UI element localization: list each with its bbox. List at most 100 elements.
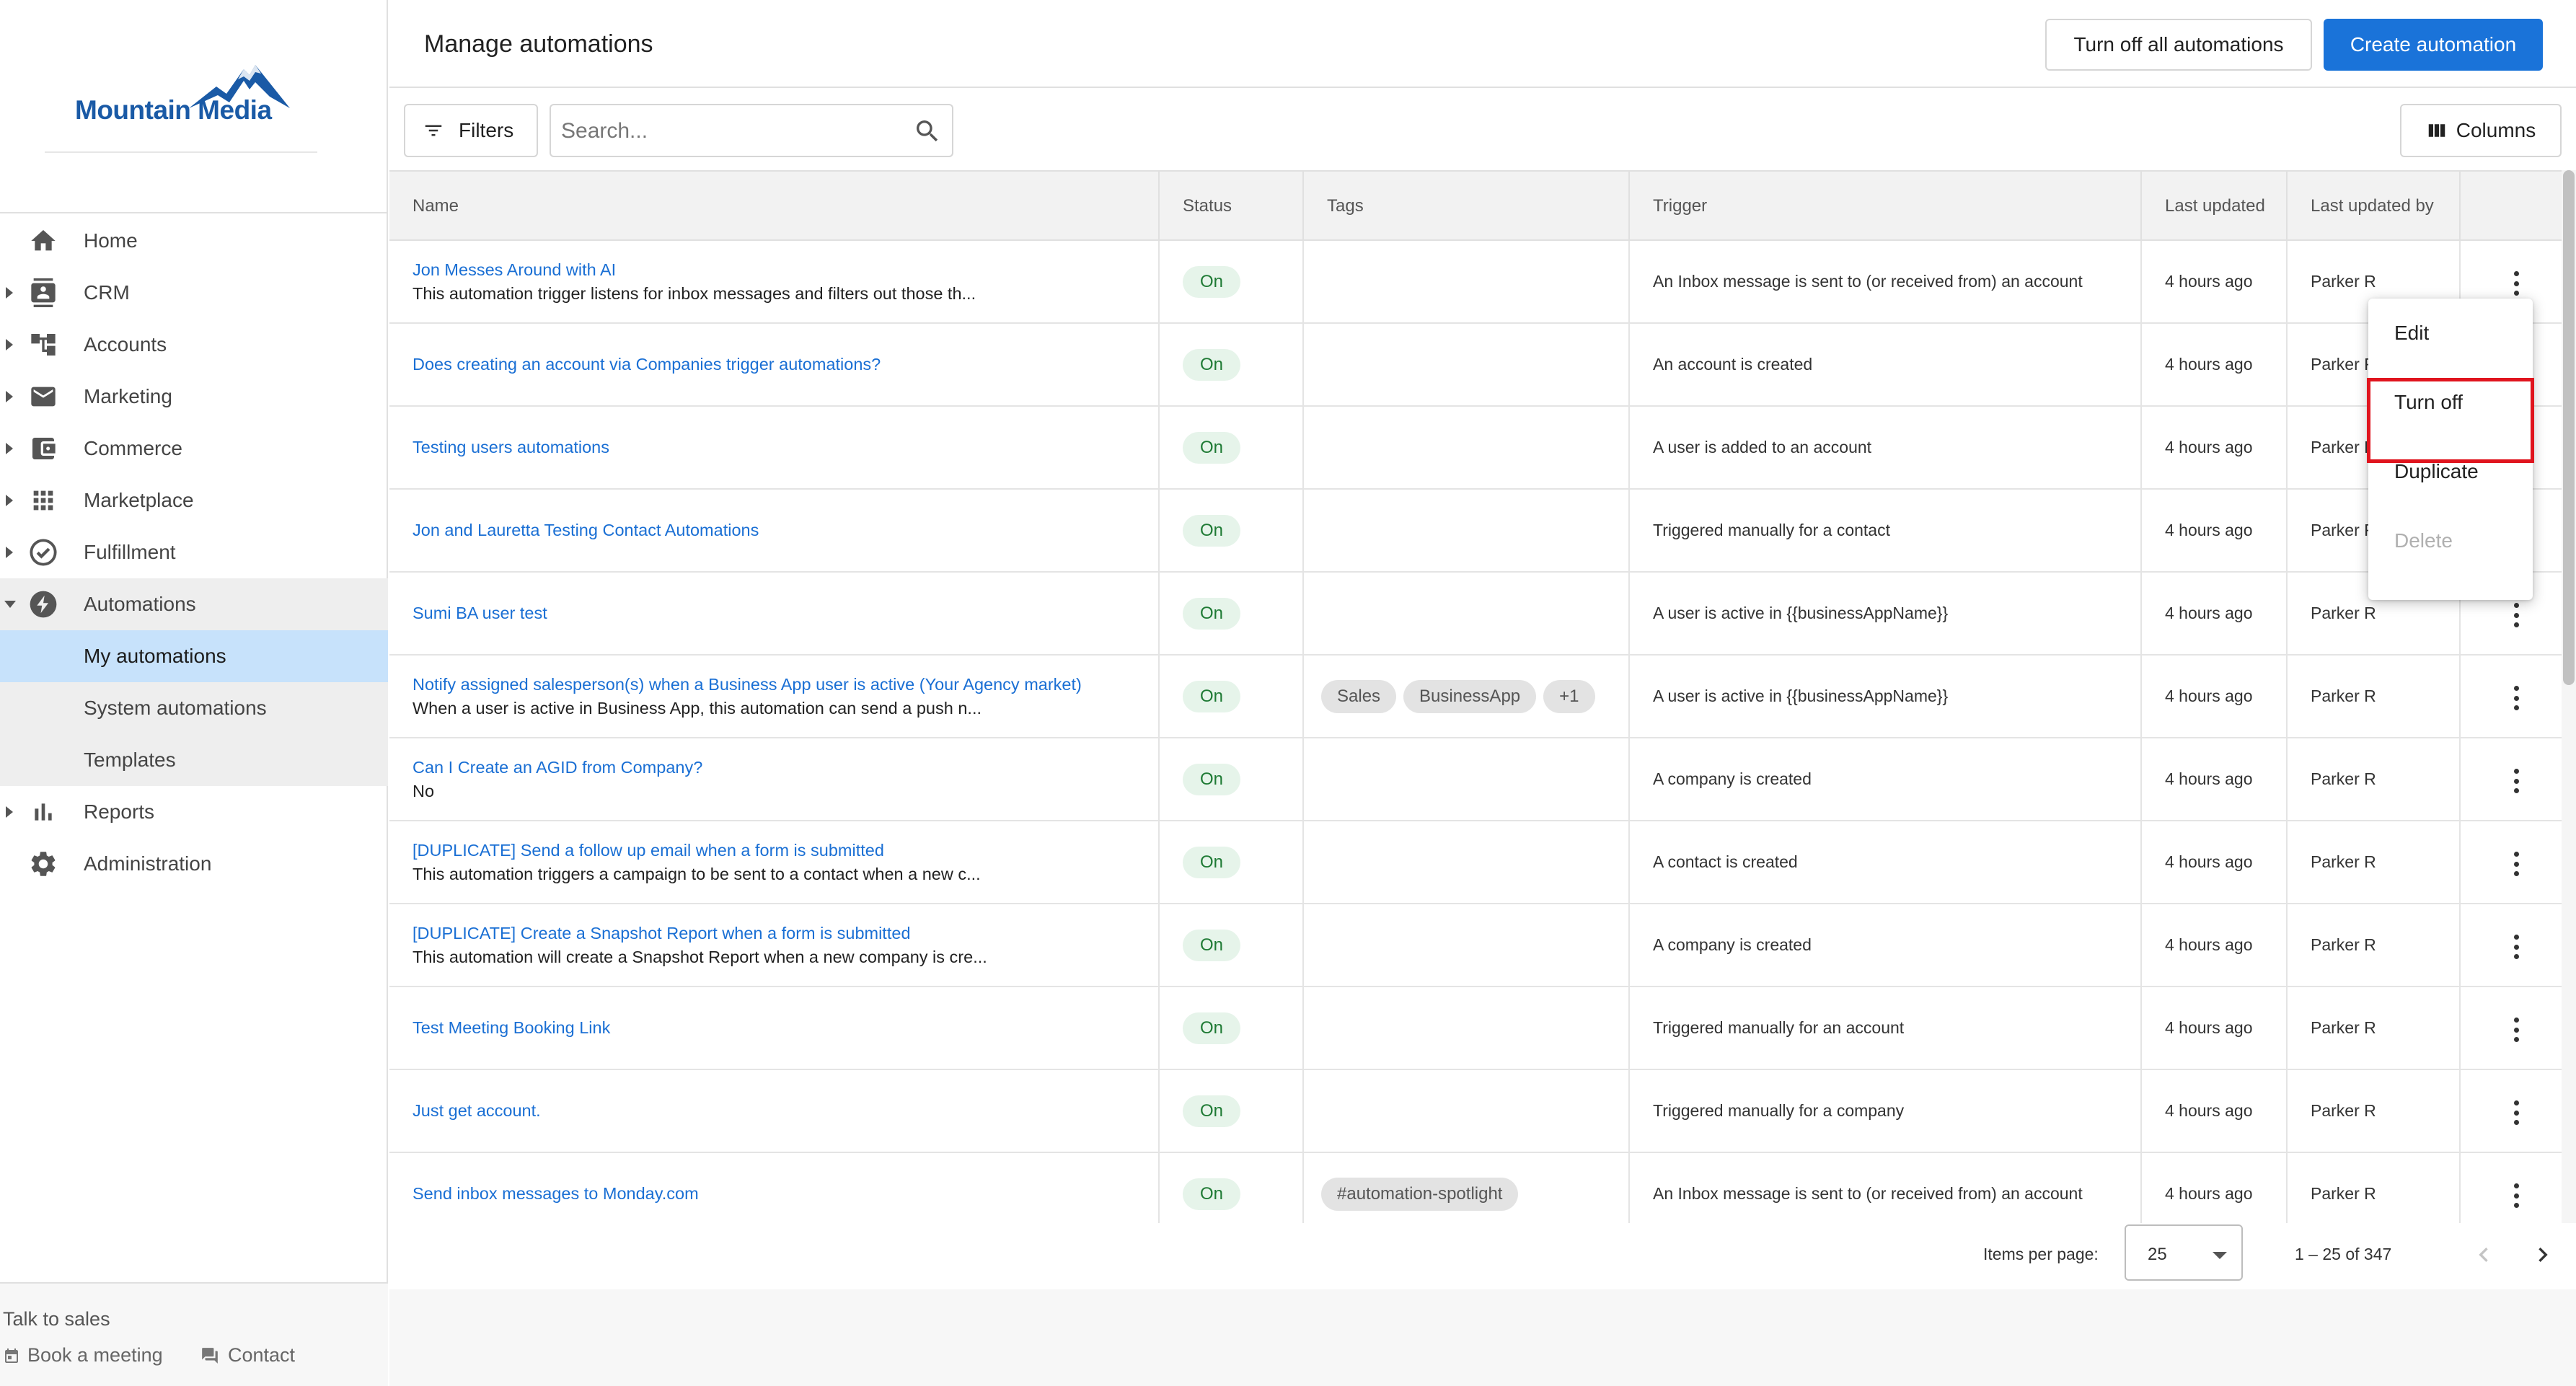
automation-name-link[interactable]: Jon and Lauretta Testing Contact Automat… [413,521,1158,540]
more-vert-icon[interactable] [2513,1183,2520,1208]
table-scrollbar[interactable] [2562,170,2576,1223]
nav-item-my-automations[interactable]: My automations [0,630,388,682]
nav-item-marketplace[interactable]: Marketplace [0,474,388,526]
talk-to-sales-label: Talk to sales [3,1308,110,1330]
nav-label-system-automations: System automations [84,697,267,719]
columns-button[interactable]: Columns [2400,104,2562,157]
column-header-name[interactable]: Name [389,172,1160,241]
search-input[interactable] [561,115,893,147]
automation-name-link[interactable]: [DUPLICATE] Create a Snapshot Report whe… [413,924,1158,943]
page-range-label: 1 – 25 of 347 [2295,1245,2392,1263]
table-row[interactable]: Jon and Lauretta Testing Contact Automat… [389,490,2562,573]
nav-item-accounts[interactable]: Accounts [0,319,388,371]
nav-label-accounts: Accounts [84,333,167,356]
automation-name-link[interactable]: Can I Create an AGID from Company? [413,758,1158,777]
tag-chip[interactable]: Sales [1321,679,1397,713]
automation-name-link[interactable]: Does creating an account via Companies t… [413,355,1158,374]
nav-item-marketing[interactable]: Marketing [0,371,388,423]
tag-chip[interactable]: #automation-spotlight [1321,1177,1519,1211]
create-automation-button[interactable]: Create automation [2324,19,2543,71]
column-header-trigger[interactable]: Trigger [1630,172,2142,241]
chevron-right-icon[interactable] [6,391,13,402]
more-vert-icon[interactable] [2513,852,2520,876]
more-vert-icon[interactable] [2513,603,2520,627]
name-cell: Sumi BA user test [389,573,1160,654]
chevron-right-icon[interactable] [6,339,13,350]
automation-name-link[interactable]: Jon Messes Around with AI [413,260,1158,280]
automation-name-link[interactable]: Sumi BA user test [413,604,1158,623]
last-updated-text: 4 hours ago [2165,769,2253,788]
name-cell: Jon Messes Around with AI This automation… [389,241,1160,322]
table-row[interactable]: Notify assigned salesperson(s) when a Bu… [389,656,2562,738]
menu-item-edit[interactable]: Edit [2368,299,2533,368]
turn-off-all-button[interactable]: Turn off all automations [2045,19,2312,71]
more-vert-icon[interactable] [2513,935,2520,959]
automation-name-link[interactable]: Notify assigned salesperson(s) when a Bu… [413,675,1158,694]
status-cell: On [1160,821,1304,903]
next-page-icon[interactable] [2528,1240,2557,1269]
nav-item-fulfillment[interactable]: Fulfillment [0,526,388,578]
nav-item-home[interactable]: Home [0,215,388,267]
last-updated-by-cell: Parker R [2288,821,2461,903]
last-updated-cell: 4 hours ago [2142,490,2288,571]
trigger-text: A company is created [1653,769,1812,788]
table-row[interactable]: Jon Messes Around with AI This automation… [389,241,2562,324]
last-updated-by-cell: Parker R [2288,987,2461,1069]
brand-logo[interactable]: Mountain Media [45,43,317,153]
table-row[interactable]: Just get account. On Triggered manually fo… [389,1070,2562,1153]
items-per-page-label: Items per page: [1983,1245,2099,1263]
tag-chip[interactable]: +1 [1543,679,1595,713]
column-header-last-updated-by[interactable]: Last updated by [2288,172,2461,241]
table-row[interactable]: [DUPLICATE] Create a Snapshot Report whe… [389,904,2562,987]
tag-chip[interactable]: BusinessApp [1403,679,1537,713]
last-updated-by-text: Parker R [2311,604,2376,622]
column-header-last-updated[interactable]: Last updated [2142,172,2288,241]
filters-button[interactable]: Filters [404,104,538,157]
last-updated-by-text: Parker R [2311,852,2376,871]
more-vert-icon[interactable] [2513,1018,2520,1042]
nav-item-crm[interactable]: CRM [0,267,388,319]
search-icon[interactable] [913,117,942,146]
table-row[interactable]: Can I Create an AGID from Company? No On A … [389,738,2562,821]
nav-item-commerce[interactable]: Commerce [0,423,388,474]
chevron-down-icon[interactable] [4,601,16,608]
more-vert-icon[interactable] [2513,686,2520,710]
table-row[interactable]: Sumi BA user test On A user is active in {… [389,573,2562,656]
items-per-page-select[interactable]: 25 [2125,1224,2243,1281]
automation-name-link[interactable]: Send inbox messages to Monday.com [413,1184,1158,1204]
chevron-right-icon[interactable] [6,287,13,299]
last-updated-cell: 4 hours ago [2142,1153,2288,1223]
tag-list: #automation-spotlight [1321,1177,1628,1211]
nav-item-reports[interactable]: Reports [0,786,388,838]
table-row[interactable]: Send inbox messages to Monday.com On #auto… [389,1153,2562,1223]
automation-name-link[interactable]: Just get account. [413,1101,1158,1121]
more-vert-icon[interactable] [2513,271,2520,296]
nav-item-automations[interactable]: Automations [0,578,388,630]
contact-link[interactable]: Contact [200,1344,295,1367]
column-header-status[interactable]: Status [1160,172,1304,241]
previous-page-icon[interactable] [2469,1240,2498,1269]
table-row[interactable]: [DUPLICATE] Send a follow up email when … [389,821,2562,904]
chevron-right-icon[interactable] [6,547,13,558]
chevron-right-icon[interactable] [6,495,13,506]
nav-item-templates[interactable]: Templates [0,734,388,786]
scrollbar-thumb[interactable] [2563,170,2575,685]
search-box[interactable] [550,104,953,157]
book-meeting-link[interactable]: Book a meeting [3,1344,163,1367]
status-cell: On [1160,987,1304,1069]
table-row[interactable]: Test Meeting Booking Link On Triggered man… [389,987,2562,1070]
automation-name-link[interactable]: [DUPLICATE] Send a follow up email when … [413,841,1158,860]
nav-item-system-automations[interactable]: System automations [0,682,388,734]
last-updated-text: 4 hours ago [2165,438,2253,456]
more-vert-icon[interactable] [2513,1100,2520,1125]
name-cell: [DUPLICATE] Send a follow up email when … [389,821,1160,903]
column-header-tags[interactable]: Tags [1304,172,1630,241]
table-row[interactable]: Does creating an account via Companies t… [389,324,2562,407]
automation-name-link[interactable]: Test Meeting Booking Link [413,1018,1158,1038]
table-row[interactable]: Testing users automations On A user is add… [389,407,2562,490]
automation-name-link[interactable]: Testing users automations [413,438,1158,457]
chevron-right-icon[interactable] [6,443,13,454]
nav-item-administration[interactable]: Administration [0,838,388,890]
more-vert-icon[interactable] [2513,769,2520,793]
chevron-right-icon[interactable] [6,806,13,818]
